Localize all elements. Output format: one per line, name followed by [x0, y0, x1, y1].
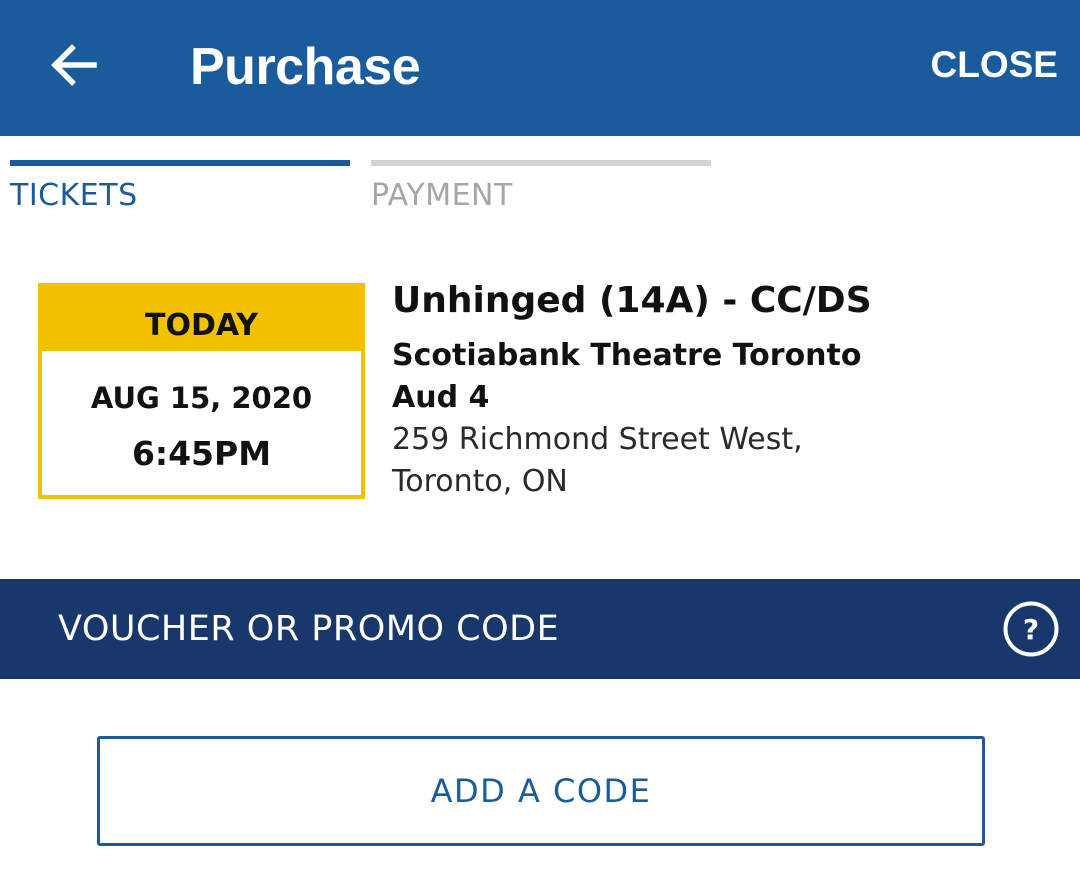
page-title: Purchase	[190, 38, 421, 96]
theatre-address-line2: Toronto, ON	[392, 464, 568, 499]
app-bar: Purchase CLOSE	[0, 0, 1080, 136]
add-code-button[interactable]: ADD A CODE	[97, 736, 985, 846]
theatre-address-line1: 259 Richmond Street West,	[392, 422, 803, 457]
question-circle-icon: ?	[1003, 601, 1059, 657]
movie-title: Unhinged (14A) - CC/DS	[392, 280, 872, 321]
tab-label: TICKETS	[10, 178, 138, 213]
theatre-name: Scotiabank Theatre Toronto	[392, 338, 862, 373]
back-button[interactable]	[44, 30, 104, 100]
promo-section-title: VOUCHER OR PROMO CODE	[58, 609, 560, 649]
showtime-card: TODAY AUG 15, 2020 6:45PM	[38, 283, 365, 499]
movie-details: Unhinged (14A) - CC/DS Scotiabank Theatr…	[392, 278, 1072, 502]
tab-indicator-active	[10, 160, 350, 166]
showtime-day-label: TODAY	[42, 287, 361, 351]
arrow-left-icon	[51, 44, 97, 86]
auditorium: Aud 4	[392, 380, 490, 415]
close-button[interactable]: CLOSE	[931, 40, 1058, 90]
help-button[interactable]: ?	[1003, 601, 1059, 657]
tab-payment[interactable]: PAYMENT	[371, 160, 711, 220]
tab-tickets[interactable]: TICKETS	[10, 160, 350, 220]
tab-indicator-inactive	[371, 160, 711, 166]
svg-text:?: ?	[1023, 613, 1039, 646]
showtime-date: AUG 15, 2020	[90, 381, 313, 415]
showtime-time: 6:45PM	[131, 434, 272, 473]
promo-section-header: VOUCHER OR PROMO CODE ?	[0, 579, 1080, 679]
tab-label: PAYMENT	[371, 178, 513, 213]
